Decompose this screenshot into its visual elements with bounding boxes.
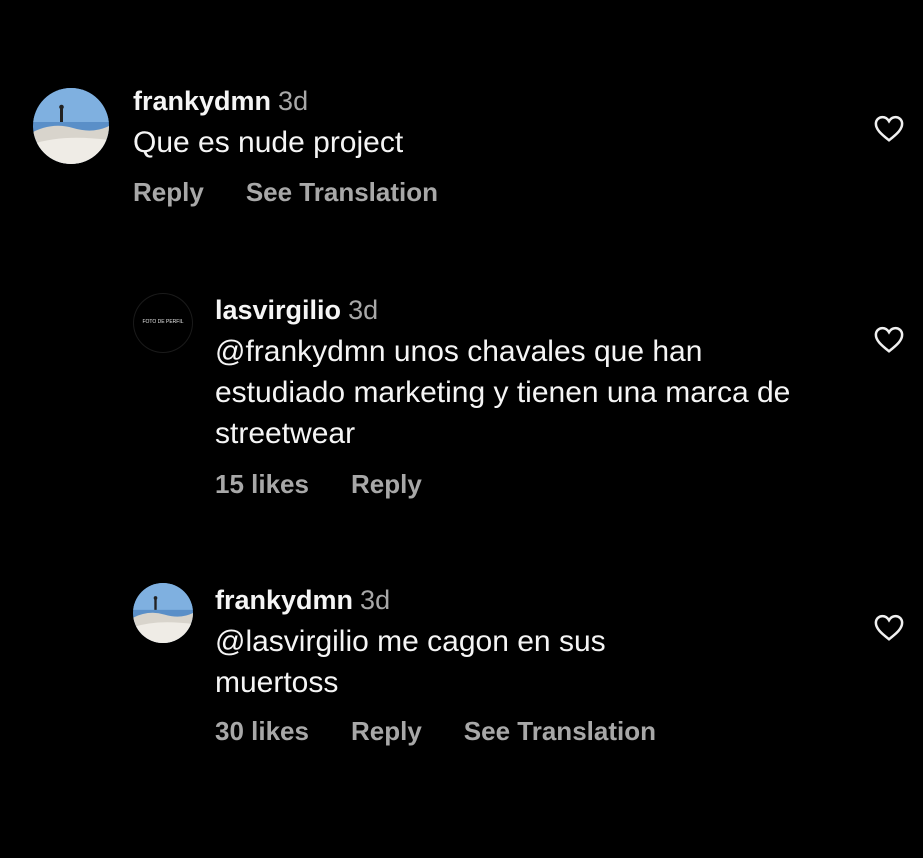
avatar[interactable]: FOTO DE PERFIL	[133, 293, 193, 353]
reply-button[interactable]: Reply	[351, 468, 422, 500]
comment-text: @lasvirgilio me cagon en sus muertoss	[215, 625, 606, 699]
avatar[interactable]	[133, 583, 193, 643]
likes-count[interactable]: 15 likes	[215, 468, 309, 500]
heart-outline-icon[interactable]	[874, 326, 904, 354]
comment-body: frankydmn 3d @lasvirgilio me cagon en sus…	[215, 583, 715, 747]
reply-button[interactable]: Reply	[351, 715, 422, 747]
likes-count[interactable]: 30 likes	[215, 715, 309, 747]
see-translation-button[interactable]: See Translation	[464, 715, 656, 747]
heart-outline-icon[interactable]	[874, 115, 904, 143]
comment-header: frankydmn 3d	[215, 583, 715, 617]
beach-photo-avatar-icon	[133, 583, 193, 643]
timestamp: 3d	[348, 295, 379, 325]
see-translation-button[interactable]: See Translation	[246, 176, 438, 208]
timestamp: 3d	[278, 86, 309, 116]
reply-button[interactable]: Reply	[133, 176, 204, 208]
comment-body: frankydmn 3d Que es nude project Reply See…	[133, 84, 773, 208]
comment-actions: 15 likes Reply	[215, 468, 815, 500]
comment-header: lasvirgilio 3d	[215, 293, 815, 327]
username[interactable]: frankydmn	[133, 86, 271, 116]
username[interactable]: lasvirgilio	[215, 295, 341, 325]
avatar-placeholder-text: FOTO DE PERFIL	[142, 319, 184, 325]
comment-actions: 30 likes Reply See Translation	[215, 715, 715, 747]
timestamp: 3d	[360, 585, 391, 615]
comment-actions: Reply See Translation	[133, 176, 773, 208]
comment-text: Que es nude project	[133, 126, 404, 159]
heart-outline-icon[interactable]	[874, 614, 904, 642]
comment-header: frankydmn 3d	[133, 84, 773, 118]
comment-body: lasvirgilio 3d @frankydmn unos chavales q…	[215, 293, 815, 500]
comment-text: @frankydmn unos chavales que han estudia…	[215, 335, 791, 450]
username[interactable]: frankydmn	[215, 585, 353, 615]
beach-photo-avatar-icon	[33, 88, 109, 164]
avatar[interactable]	[33, 88, 109, 164]
